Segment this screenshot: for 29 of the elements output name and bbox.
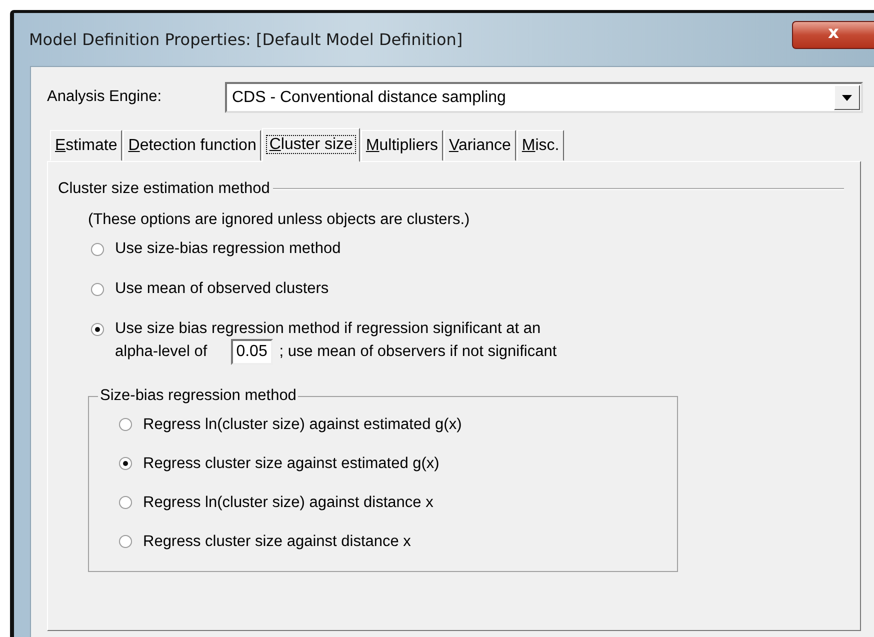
- tab[interactable]: Estimate: [50, 130, 122, 161]
- tab[interactable]: Cluster size: [262, 128, 360, 162]
- alpha-suffix-text: ; use mean of observers if not significant: [279, 343, 557, 361]
- group-title: Size-bias regression method: [99, 387, 298, 405]
- alpha-field[interactable]: 0.05: [231, 339, 274, 365]
- close-button[interactable]: x: [792, 21, 874, 49]
- radio-button[interactable]: [91, 322, 104, 336]
- alpha-label: alpha-level of: [115, 343, 208, 361]
- radio-button[interactable]: [119, 535, 132, 548]
- radio-button[interactable]: [119, 457, 132, 470]
- radio-option[interactable]: Regress cluster size against distance x: [119, 522, 677, 561]
- window-title: Model Definition Properties: [Default Model Definition]: [29, 30, 463, 49]
- radio-option[interactable]: Regress cluster size against estimated g(x): [119, 444, 677, 483]
- tab[interactable]: Variance: [444, 130, 516, 161]
- field-label: Analysis Engine:: [47, 87, 163, 106]
- tab[interactable]: Detection function: [123, 130, 262, 161]
- group-title: Cluster size estimation method: [58, 180, 270, 198]
- radio-button[interactable]: [119, 418, 132, 431]
- note-text: (These options are ignored unless objects are clusters.): [88, 211, 471, 229]
- radio-button[interactable]: [91, 242, 104, 256]
- tab[interactable]: Misc.: [516, 130, 564, 161]
- radio-option[interactable]: Regress ln(cluster size) against estimated g(x): [119, 405, 677, 444]
- radio-option[interactable]: Use mean of observed clusters: [91, 269, 860, 309]
- radio-option[interactable]: Regress ln(cluster size) against distance x: [119, 483, 677, 522]
- engine-dropdown[interactable]: CDS - Conventional distance sampling: [225, 82, 863, 113]
- radio-button[interactable]: [91, 282, 104, 296]
- radio-option[interactable]: Use size-bias regression method: [91, 229, 860, 269]
- radio-button[interactable]: [119, 496, 132, 509]
- tab[interactable]: Multipliers: [360, 130, 443, 161]
